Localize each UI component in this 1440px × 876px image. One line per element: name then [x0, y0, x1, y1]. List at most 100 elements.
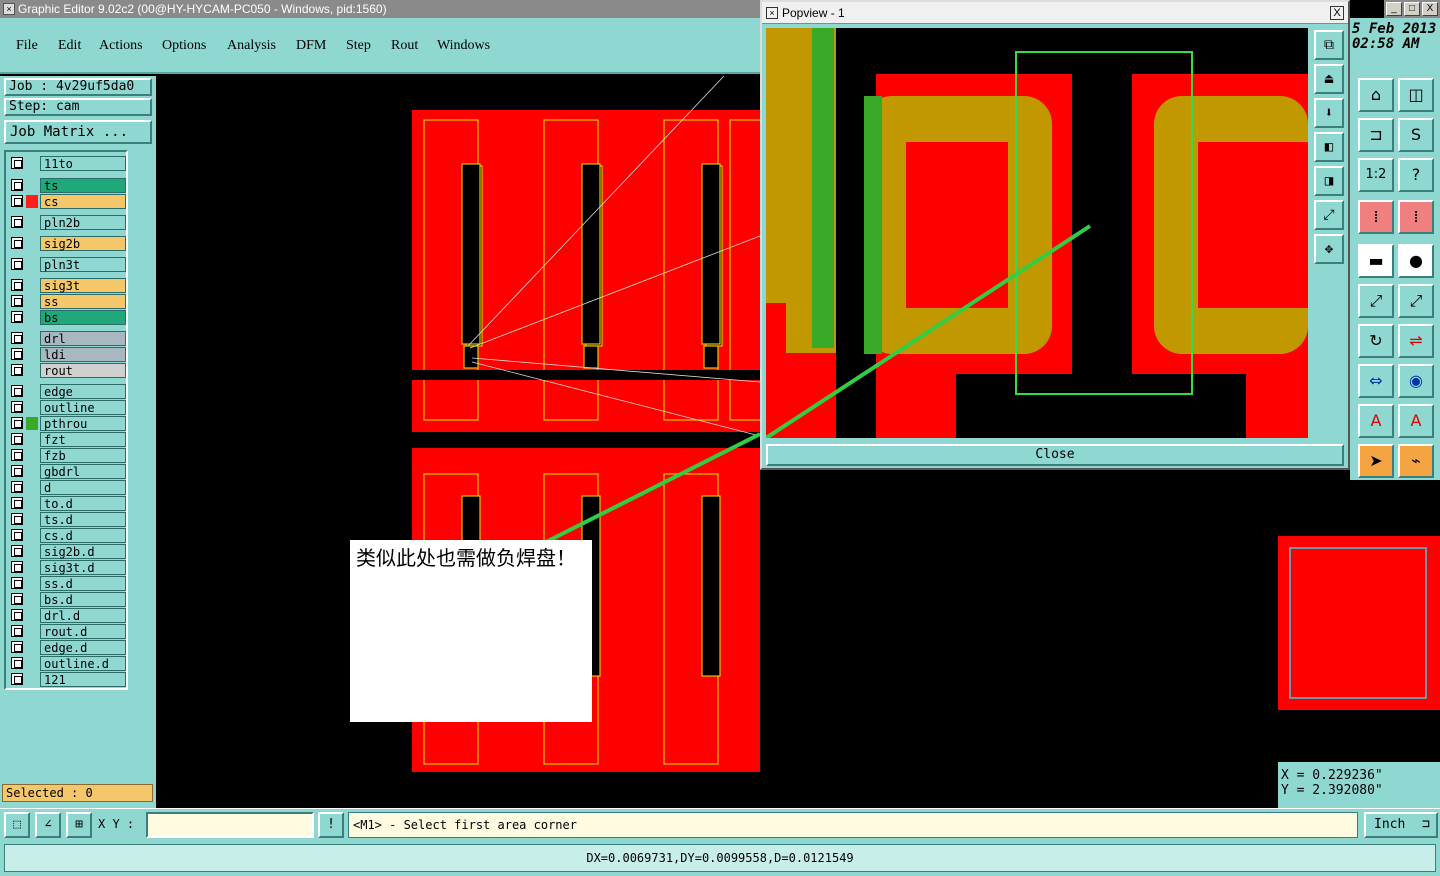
- net-icon[interactable]: ⁞: [1358, 200, 1394, 234]
- layer-row[interactable]: sig2b.d: [8, 544, 128, 559]
- route-icon[interactable]: ⌁: [1398, 444, 1434, 478]
- help-icon[interactable]: ?: [1398, 158, 1434, 192]
- popview-down-icon[interactable]: ⬇: [1314, 98, 1344, 128]
- layer-checkbox[interactable]: [11, 497, 23, 509]
- layer-name[interactable]: sig3t: [40, 278, 126, 293]
- layer-row[interactable]: ts: [8, 178, 128, 193]
- layer-checkbox[interactable]: [11, 673, 23, 685]
- layer-row[interactable]: outline.d: [8, 656, 128, 671]
- layer-name[interactable]: bs.d: [40, 592, 126, 607]
- layer-row[interactable]: 121: [8, 672, 128, 687]
- unit-selector[interactable]: Inch ⊐: [1364, 812, 1438, 838]
- layer-name[interactable]: ldi: [40, 347, 126, 362]
- layer-name[interactable]: sig2b: [40, 236, 126, 251]
- popview-fit-icon[interactable]: ⧉: [1314, 30, 1344, 60]
- layer-row[interactable]: outline: [8, 400, 128, 415]
- layer-checkbox[interactable]: [11, 593, 23, 605]
- layer-name[interactable]: d: [40, 480, 126, 495]
- layer-checkbox[interactable]: [11, 657, 23, 669]
- popview-zoom-in-icon[interactable]: ✥: [1314, 234, 1344, 264]
- rotate-icon[interactable]: ↻: [1358, 324, 1394, 358]
- flip-icon[interactable]: ⇌: [1398, 324, 1434, 358]
- pad-icon[interactable]: ●: [1398, 244, 1434, 278]
- layer-name[interactable]: cs.d: [40, 528, 126, 543]
- layer-checkbox[interactable]: [11, 641, 23, 653]
- layer-checkbox[interactable]: [11, 157, 23, 169]
- layer-checkbox[interactable]: [11, 216, 23, 228]
- home-icon[interactable]: ⌂: [1358, 78, 1394, 112]
- popview-up-icon[interactable]: ⏏: [1314, 64, 1344, 94]
- layer-row[interactable]: rout.d: [8, 624, 128, 639]
- layer-checkbox[interactable]: [11, 625, 23, 637]
- layer-name[interactable]: rout.d: [40, 624, 126, 639]
- layer-checkbox[interactable]: [11, 401, 23, 413]
- layer-checkbox[interactable]: [11, 348, 23, 360]
- layer-name[interactable]: cs: [40, 194, 126, 209]
- menu-step[interactable]: Step: [346, 38, 371, 54]
- connect-icon[interactable]: ⤢: [1358, 284, 1394, 318]
- layer-row[interactable]: ss.d: [8, 576, 128, 591]
- popview-canvas[interactable]: [766, 28, 1308, 438]
- layer-row[interactable]: 11to: [8, 156, 128, 171]
- snake-icon[interactable]: S: [1398, 118, 1434, 152]
- layer-row[interactable]: bs: [8, 310, 128, 325]
- layer-name[interactable]: 121: [40, 672, 126, 687]
- mirror-icon[interactable]: ⊐: [1358, 118, 1394, 152]
- layer-row[interactable]: drl.d: [8, 608, 128, 623]
- layer-row[interactable]: cs: [8, 194, 128, 209]
- layer-row[interactable]: cs.d: [8, 528, 128, 543]
- layer-checkbox[interactable]: [11, 417, 23, 429]
- layer-name[interactable]: fzb: [40, 448, 126, 463]
- menu-rout[interactable]: Rout: [391, 38, 418, 54]
- layer-row[interactable]: sig3t: [8, 278, 128, 293]
- layer-checkbox[interactable]: [11, 385, 23, 397]
- layer-row[interactable]: drl: [8, 331, 128, 346]
- layer-checkbox[interactable]: [11, 332, 23, 344]
- layer-row[interactable]: ts.d: [8, 512, 128, 527]
- xy-input[interactable]: [146, 812, 314, 838]
- layer-checkbox[interactable]: [11, 279, 23, 291]
- layer-row[interactable]: pln3t: [8, 257, 128, 272]
- minimap[interactable]: [1278, 480, 1440, 762]
- menu-actions[interactable]: Actions: [99, 38, 143, 54]
- layer-row[interactable]: rout: [8, 363, 128, 378]
- layer-name[interactable]: rout: [40, 363, 126, 378]
- scale-icon[interactable]: 1:2: [1358, 158, 1394, 192]
- layer-checkbox[interactable]: [11, 577, 23, 589]
- layer-name[interactable]: to.d: [40, 496, 126, 511]
- layer-checkbox[interactable]: [11, 481, 23, 493]
- popview-close-icon[interactable]: X: [1330, 6, 1344, 20]
- layer-row[interactable]: edge: [8, 384, 128, 399]
- popview-right-icon[interactable]: ◨: [1314, 166, 1344, 196]
- layer-row[interactable]: pthrou: [8, 416, 128, 431]
- layer-checkbox[interactable]: [11, 545, 23, 557]
- layer-checkbox[interactable]: [11, 433, 23, 445]
- layer-checkbox[interactable]: [11, 364, 23, 376]
- layer-checkbox[interactable]: [11, 258, 23, 270]
- layer-name[interactable]: sig2b.d: [40, 544, 126, 559]
- menu-windows[interactable]: Windows: [437, 38, 490, 54]
- layer-row[interactable]: ldi: [8, 347, 128, 362]
- grid-icon[interactable]: ⊞: [66, 812, 92, 838]
- popview-close-button[interactable]: Close: [766, 444, 1344, 466]
- layer-name[interactable]: edge: [40, 384, 126, 399]
- layer-row[interactable]: fzt: [8, 432, 128, 447]
- layer-name[interactable]: ss: [40, 294, 126, 309]
- ruler-icon[interactable]: ▬: [1358, 244, 1394, 278]
- layer-name[interactable]: pln3t: [40, 257, 126, 272]
- popview-zoom-out-icon[interactable]: ⤢: [1314, 200, 1344, 230]
- layer-checkbox[interactable]: [11, 529, 23, 541]
- layer-name[interactable]: ss.d: [40, 576, 126, 591]
- connect-add-icon[interactable]: ⤢: [1398, 284, 1434, 318]
- exclaim-button[interactable]: !: [318, 812, 344, 838]
- layer-row[interactable]: sig3t.d: [8, 560, 128, 575]
- layer-row[interactable]: pln2b: [8, 215, 128, 230]
- layer-name[interactable]: drl.d: [40, 608, 126, 623]
- text-a-line-icon[interactable]: A: [1398, 404, 1434, 438]
- layer-name[interactable]: gbdrl: [40, 464, 126, 479]
- layer-checkbox[interactable]: [11, 513, 23, 525]
- net-compare-icon[interactable]: ⁞: [1398, 200, 1434, 234]
- layer-row[interactable]: bs.d: [8, 592, 128, 607]
- layer-row[interactable]: fzb: [8, 448, 128, 463]
- job-matrix-button[interactable]: Job Matrix ...: [4, 120, 152, 144]
